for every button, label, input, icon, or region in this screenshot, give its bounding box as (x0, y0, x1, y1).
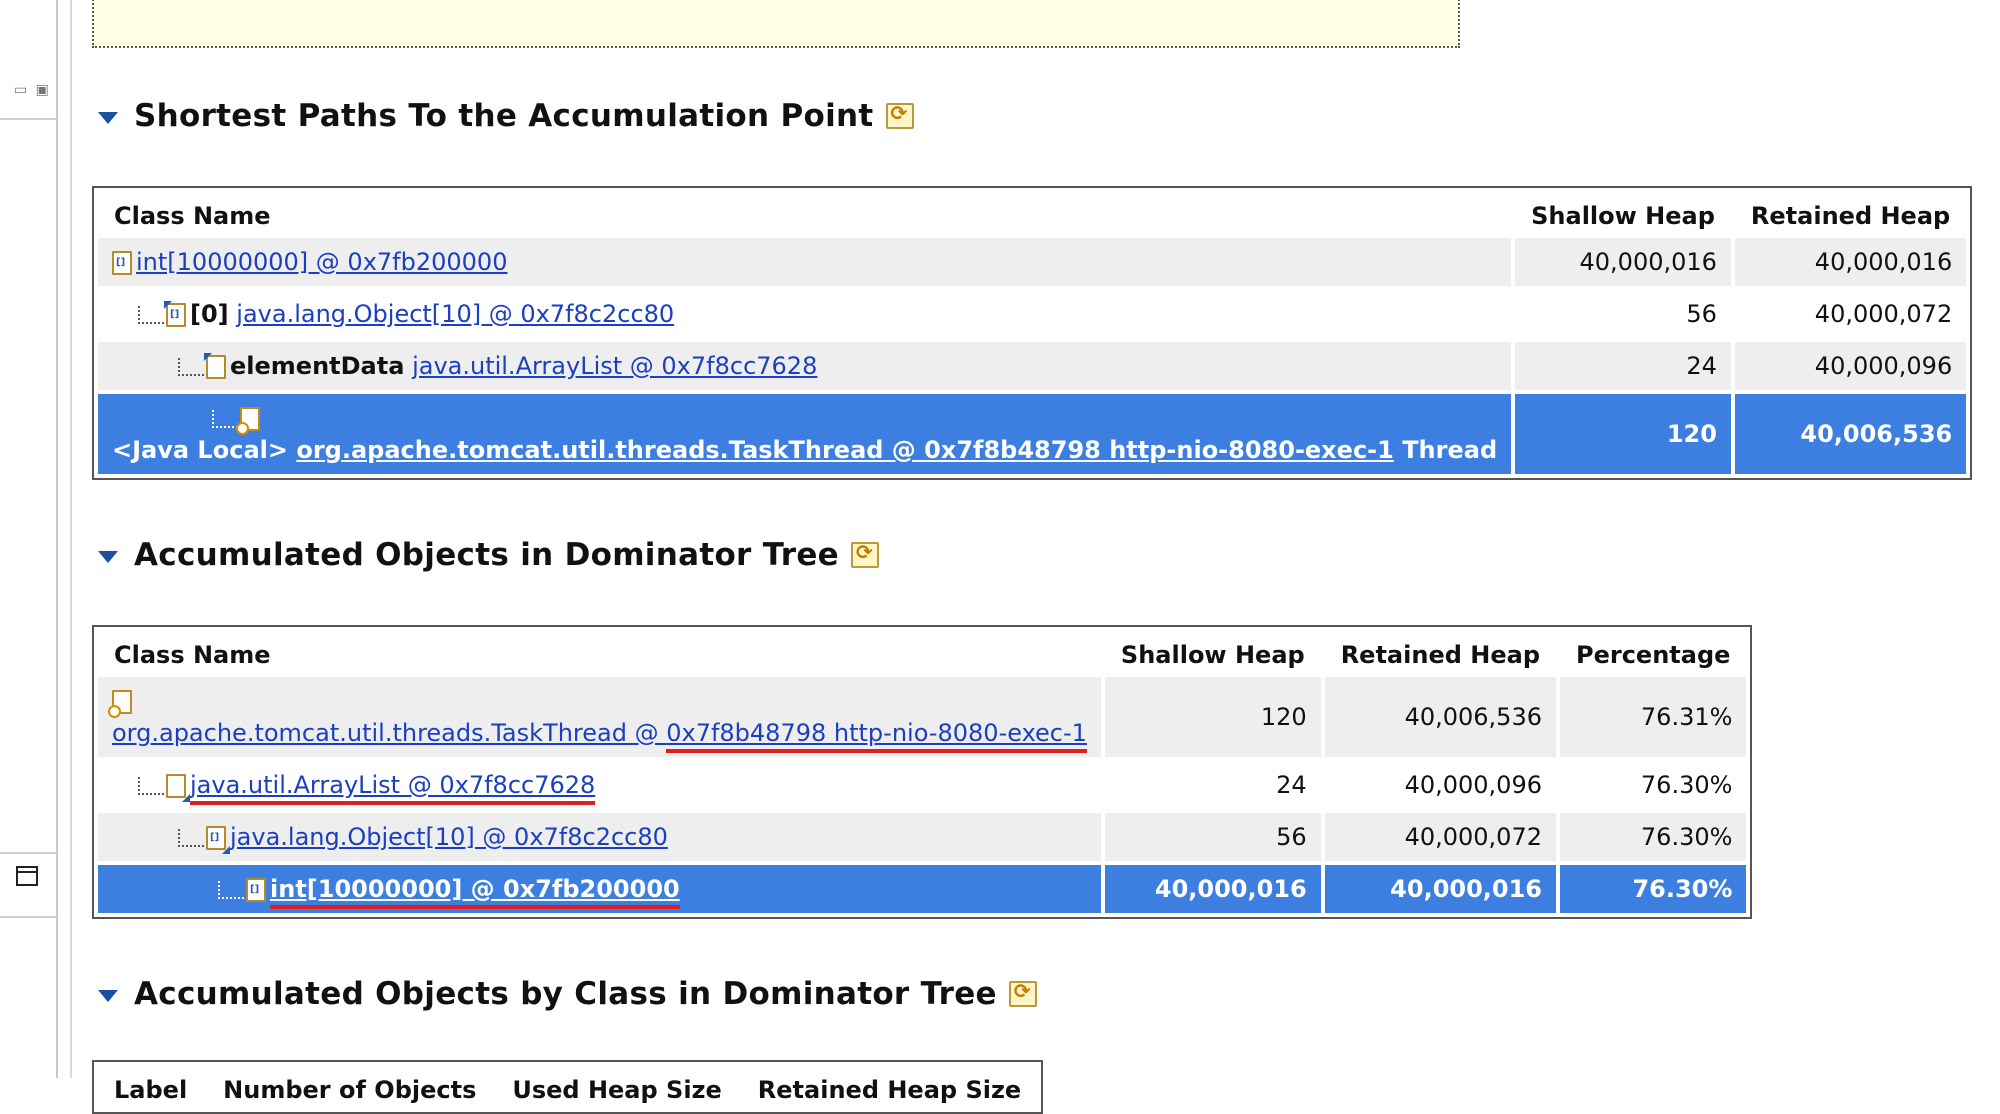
table-row[interactable]: java.lang.Object[10] @ 0x7f8c2cc80 56 40… (98, 813, 1747, 861)
object-link-highlighted[interactable]: int[10000000] @ 0x7fb200000 (270, 875, 680, 909)
open-in-view-icon[interactable] (885, 101, 914, 129)
shallow-heap-value: 40,000,016 (1515, 238, 1731, 286)
array-object-icon (112, 251, 132, 275)
table-row[interactable]: org.apache.tomcat.util.threads.TaskThrea… (98, 677, 1747, 757)
retained-heap-value: 40,006,536 (1734, 394, 1967, 474)
object-link[interactable]: java.lang.Object[10] @ 0x7f8c2cc80 (236, 300, 674, 328)
col-class-name[interactable]: Class Name (98, 192, 1511, 234)
shortest-paths-table: Class Name Shallow Heap Retained Heap in… (92, 186, 1973, 480)
open-in-view-icon[interactable] (1008, 979, 1037, 1007)
table-row[interactable]: [0] java.lang.Object[10] @ 0x7f8c2cc80 5… (98, 290, 1967, 338)
retained-heap-value: 40,000,016 (1734, 238, 1967, 286)
col-retained-heap[interactable]: Retained Heap (1735, 192, 1966, 234)
table-row[interactable]: java.util.ArrayList @ 0x7f8cc7628 24 40,… (98, 761, 1747, 809)
gutter-separator (0, 118, 57, 120)
gutter-separator (0, 852, 57, 854)
table-row-selected[interactable]: int[10000000] @ 0x7fb200000 40,000,016 4… (98, 865, 1747, 913)
section-header-shortest-paths[interactable]: Shortest Paths To the Accumulation Point (98, 98, 914, 134)
retained-heap-value: 40,000,096 (1324, 761, 1556, 809)
object-link-highlighted[interactable]: java.util.ArrayList @ 0x7f8cc7628 (190, 771, 596, 805)
col-shallow-heap[interactable]: Shallow Heap (1515, 192, 1731, 234)
by-class-table: Label Number of Objects Used Heap Size R… (92, 1060, 1044, 1114)
section-title: Shortest Paths To the Accumulation Point (134, 98, 874, 134)
object-icon (204, 353, 226, 379)
object-link[interactable]: org.apache.tomcat.util.threads.TaskThrea… (296, 436, 1394, 464)
field-name: [0] (190, 300, 229, 328)
section-title: Accumulated Objects by Class in Dominato… (134, 976, 997, 1012)
retained-heap-value: 40,000,016 (1324, 865, 1556, 913)
percentage-value: 76.30% (1560, 761, 1747, 809)
retained-heap-value: 40,006,536 (1324, 677, 1556, 757)
collapse-triangle-icon[interactable] (98, 990, 118, 1002)
col-number-of-objects[interactable]: Number of Objects (207, 1066, 492, 1108)
tree-connector-icon (138, 306, 164, 324)
tree-connector-icon (178, 358, 204, 376)
col-retained-heap-size[interactable]: Retained Heap Size (742, 1066, 1037, 1108)
thread-object-icon (236, 407, 260, 435)
field-name: <Java Local> (112, 436, 288, 464)
tree-connector-icon (178, 829, 204, 847)
object-link[interactable]: int[10000000] @ 0x7fb200000 (136, 248, 507, 276)
col-class-name[interactable]: Class Name (98, 631, 1101, 673)
minimize-maximize-icon[interactable]: ▭ ▣ (14, 82, 51, 98)
shallow-heap-value: 56 (1515, 290, 1731, 338)
percentage-value: 76.30% (1560, 865, 1747, 913)
retained-heap-value: 40,000,096 (1734, 342, 1967, 390)
shallow-heap-value: 120 (1104, 677, 1321, 757)
gutter-separator (0, 916, 57, 918)
object-link-prefix[interactable]: org.apache.tomcat.util.threads.TaskThrea… (112, 719, 666, 747)
object-link-highlighted[interactable]: 0x7f8b48798 http-nio-8080-exec-1 (666, 719, 1087, 753)
restore-window-icon[interactable] (16, 866, 38, 886)
object-link[interactable]: java.util.ArrayList @ 0x7f8cc7628 (412, 352, 817, 380)
shallow-heap-value: 24 (1104, 761, 1321, 809)
gutter-divider (70, 0, 72, 1078)
array-object-icon (246, 878, 266, 902)
shallow-heap-value: 56 (1104, 813, 1321, 861)
table-row[interactable]: elementData java.util.ArrayList @ 0x7f8c… (98, 342, 1967, 390)
object-suffix: Thread (1402, 436, 1498, 464)
col-shallow-heap[interactable]: Shallow Heap (1105, 631, 1321, 673)
dominator-tree-table: Class Name Shallow Heap Retained Heap Pe… (92, 625, 1753, 919)
section-title: Accumulated Objects in Dominator Tree (134, 537, 839, 573)
collapse-triangle-icon[interactable] (98, 112, 118, 124)
col-label[interactable]: Label (98, 1066, 203, 1108)
shallow-heap-value: 120 (1515, 394, 1731, 474)
array-object-icon (164, 301, 186, 327)
tree-connector-icon (138, 777, 164, 795)
table-row-selected[interactable]: <Java Local> org.apache.tomcat.util.thre… (98, 394, 1967, 474)
field-name: elementData (230, 352, 405, 380)
collapse-triangle-icon[interactable] (98, 551, 118, 563)
object-link[interactable]: java.lang.Object[10] @ 0x7f8c2cc80 (230, 823, 668, 851)
thread-object-icon (108, 690, 132, 718)
col-retained-heap[interactable]: Retained Heap (1325, 631, 1556, 673)
table-row[interactable]: int[10000000] @ 0x7fb200000 40,000,016 4… (98, 238, 1967, 286)
left-gutter: ▭ ▣ (0, 0, 74, 1078)
retained-heap-value: 40,000,072 (1734, 290, 1967, 338)
tree-connector-icon (218, 881, 244, 899)
section-header-dominator-tree[interactable]: Accumulated Objects in Dominator Tree (98, 537, 879, 573)
tree-connector-icon (212, 410, 238, 428)
object-icon (166, 774, 190, 802)
description-note (92, 0, 1460, 48)
percentage-value: 76.30% (1560, 813, 1747, 861)
col-percentage[interactable]: Percentage (1560, 631, 1746, 673)
open-in-view-icon[interactable] (851, 540, 879, 568)
array-object-icon (206, 826, 230, 854)
shallow-heap-value: 24 (1515, 342, 1731, 390)
col-used-heap-size[interactable]: Used Heap Size (496, 1066, 737, 1108)
section-header-by-class[interactable]: Accumulated Objects by Class in Dominato… (98, 976, 1037, 1012)
shallow-heap-value: 40,000,016 (1104, 865, 1321, 913)
percentage-value: 76.31% (1560, 677, 1747, 757)
retained-heap-value: 40,000,072 (1324, 813, 1556, 861)
